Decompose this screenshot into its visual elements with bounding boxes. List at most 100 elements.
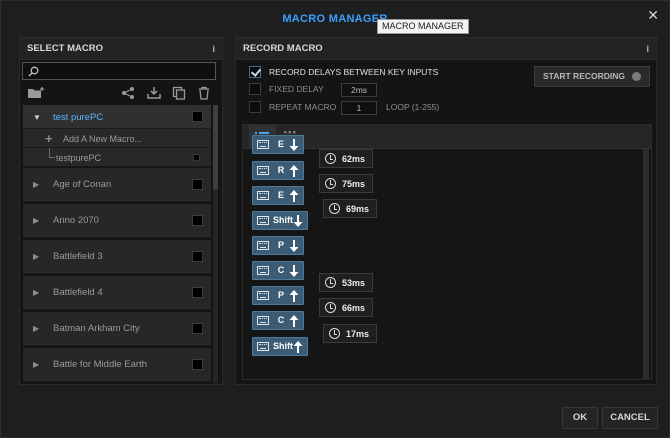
key-event-shift-down[interactable]: Shift <box>252 211 308 230</box>
macro-list: ▼ test purePC + Add A New Macro... testp… <box>23 105 211 382</box>
key-label: P <box>277 290 284 300</box>
macro-group[interactable]: ▶ Anno 2070 <box>23 204 211 238</box>
chevron-right-icon[interactable]: ▶ <box>33 252 39 261</box>
key-label: Shift <box>273 215 293 225</box>
key-event-r-up[interactable]: R <box>252 161 304 180</box>
info-icon[interactable]: i <box>212 38 215 60</box>
fixed-delay-field[interactable]: 2ms <box>341 83 377 97</box>
keyboard-icon <box>257 241 269 250</box>
key-event-c-up[interactable]: C <box>252 311 304 330</box>
key-event-p-up[interactable]: P <box>252 286 304 305</box>
macro-group[interactable]: ▶ Battlefield 3 <box>23 240 211 274</box>
macro-search-input[interactable] <box>22 62 216 80</box>
macro-group-checkbox[interactable] <box>192 215 203 226</box>
macro-group-checkbox[interactable] <box>192 359 203 370</box>
key-label: Shift <box>273 341 293 351</box>
macro-group-label: Batman Arkham City <box>53 323 140 334</box>
new-folder-icon[interactable] <box>27 86 47 100</box>
delete-icon[interactable] <box>197 86 211 100</box>
key-event-shift-up[interactable]: Shift <box>252 337 308 356</box>
macro-group-checkbox[interactable] <box>192 287 203 298</box>
chevron-down-icon[interactable]: ▼ <box>33 113 41 122</box>
key-label: E <box>277 139 284 149</box>
delay-label: 75ms <box>342 179 366 189</box>
start-recording-button[interactable]: START RECORDING <box>534 66 650 87</box>
delay-event[interactable]: 17ms <box>323 324 377 343</box>
loop-range-label: LOOP (1-255) <box>386 102 440 112</box>
info-icon[interactable]: i <box>646 38 649 60</box>
keyboard-icon <box>257 342 269 351</box>
macro-group-checkbox[interactable] <box>192 323 203 334</box>
delay-event[interactable]: 75ms <box>319 174 373 193</box>
repeat-macro-label: REPEAT MACRO <box>269 102 337 112</box>
cancel-button[interactable]: CANCEL <box>602 407 658 429</box>
export-icon[interactable] <box>147 86 161 100</box>
repeat-count-field[interactable]: 1 <box>341 101 377 115</box>
arrow-down-icon <box>293 215 303 227</box>
key-event-c-down[interactable]: C <box>252 261 304 280</box>
macro-group-checkbox[interactable] <box>192 251 203 262</box>
select-macro-header: SELECT MACRO i <box>20 38 222 60</box>
key-event-p-down[interactable]: P <box>252 236 304 255</box>
macro-list-scrollbar[interactable] <box>213 105 218 383</box>
window-title: MACRO MANAGER <box>282 13 388 25</box>
delay-event[interactable]: 66ms <box>319 298 373 317</box>
delay-event[interactable]: 69ms <box>323 199 377 218</box>
key-label: C <box>277 315 285 325</box>
clock-icon <box>329 203 340 214</box>
scrollbar-thumb[interactable] <box>213 105 218 189</box>
macro-group[interactable]: ▶ Battlefield 4 <box>23 276 211 310</box>
keyboard-icon <box>257 140 269 149</box>
clock-icon <box>325 302 336 313</box>
delay-event[interactable]: 62ms <box>319 149 373 168</box>
record-macro-panel: RECORD MACRO i RECORD DELAYS BETWEEN KEY… <box>235 37 657 385</box>
chevron-right-icon[interactable]: ▶ <box>33 324 39 333</box>
key-label: P <box>277 240 284 250</box>
macro-group-checkbox[interactable] <box>192 111 203 122</box>
clock-icon <box>325 277 336 288</box>
repeat-macro-checkbox[interactable] <box>249 101 261 113</box>
scrollbar-thumb[interactable] <box>643 149 649 379</box>
clock-icon <box>329 328 340 339</box>
key-label: R <box>277 165 285 175</box>
chevron-right-icon[interactable]: ▶ <box>33 216 39 225</box>
macro-item[interactable]: testpurePC <box>23 148 211 167</box>
key-label: E <box>277 190 284 200</box>
macro-item-checkbox[interactable] <box>193 154 200 161</box>
macro-group-selected[interactable]: ▼ test purePC <box>23 105 211 129</box>
delay-label: 62ms <box>342 154 366 164</box>
chevron-right-icon[interactable]: ▶ <box>33 180 39 189</box>
tree-branch <box>49 148 55 158</box>
record-macro-header: RECORD MACRO i <box>236 38 656 60</box>
arrow-down-icon <box>289 139 299 151</box>
close-icon[interactable]: ✕ <box>647 7 659 24</box>
macro-group[interactable]: ▶ Battle for Middle Earth <box>23 348 211 382</box>
arrow-up-icon <box>289 190 299 202</box>
macro-group-label: Battlefield 4 <box>53 287 103 298</box>
fixed-delay-checkbox[interactable] <box>249 83 261 95</box>
share-icon[interactable] <box>121 86 135 100</box>
macro-group-label: Battlefield 3 <box>53 251 103 262</box>
macro-group-checkbox[interactable] <box>192 179 203 190</box>
add-new-macro-button[interactable]: + Add A New Macro... <box>23 129 211 148</box>
key-event-e-down[interactable]: E <box>252 135 304 154</box>
key-label: C <box>277 265 285 275</box>
macro-sequence-editor: E 62ms R 75ms E 69ms Shift P C 53ms P 66ms C 17ms Shif… <box>242 124 652 380</box>
chevron-right-icon[interactable]: ▶ <box>33 288 39 297</box>
fixed-delay-label: FIXED DELAY <box>269 84 324 94</box>
record-delays-checkbox[interactable] <box>249 66 261 78</box>
arrow-up-icon <box>293 341 303 353</box>
delay-event[interactable]: 53ms <box>319 273 373 292</box>
clock-icon <box>325 178 336 189</box>
macro-group[interactable]: ▶ Batman Arkham City <box>23 312 211 346</box>
keyboard-icon <box>257 191 269 200</box>
ok-button[interactable]: OK <box>562 407 598 429</box>
delay-label: 53ms <box>342 278 366 288</box>
key-event-e-up[interactable]: E <box>252 186 304 205</box>
chevron-right-icon[interactable]: ▶ <box>33 360 39 369</box>
view-tabs <box>243 125 651 149</box>
macro-group[interactable]: ▶ Age of Conan <box>23 168 211 202</box>
sequence-scrollbar[interactable] <box>643 149 649 379</box>
title-tooltip: MACRO MANAGER <box>377 19 469 34</box>
copy-icon[interactable] <box>172 86 186 100</box>
